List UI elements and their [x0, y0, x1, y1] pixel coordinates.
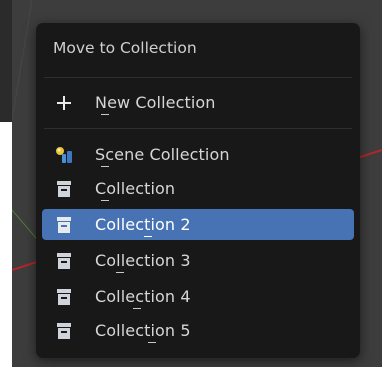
menu-separator: [44, 128, 352, 129]
collection-box-icon: [54, 287, 74, 307]
collection-item-label: Collection 4: [95, 287, 191, 306]
new-collection-item[interactable]: New Collection: [42, 87, 354, 118]
scene-collection-icon: [54, 145, 74, 165]
accelerator-underline: [101, 200, 109, 201]
accelerator-underline: [133, 308, 141, 309]
collection-item-scene[interactable]: Scene Collection: [42, 139, 354, 170]
collection-item-collection[interactable]: Collection: [42, 173, 354, 204]
menu-separator: [44, 77, 352, 78]
collection-box-icon: [54, 215, 74, 235]
collection-box-icon: [54, 321, 74, 341]
collection-item-collection-4[interactable]: Collection 4: [42, 281, 354, 312]
collection-item-collection-3[interactable]: Collection 3: [42, 245, 354, 276]
collection-item-label: Collection: [95, 179, 176, 198]
collection-item-collection-5[interactable]: Collection 5: [42, 315, 354, 346]
accelerator-underline: [101, 166, 109, 167]
menu-title: Move to Collection: [53, 39, 197, 57]
grid-line: [12, 0, 33, 121]
collection-box-icon: [54, 251, 74, 271]
accelerator-underline: [148, 342, 156, 343]
collection-item-label: Collection 5: [95, 321, 191, 340]
collection-item-label: Scene Collection: [95, 145, 230, 164]
accelerator-underline: [101, 114, 109, 115]
collection-box-icon: [54, 179, 74, 199]
move-to-collection-menu: Move to Collection New Collection Scene …: [36, 23, 360, 358]
new-collection-label: New Collection: [95, 93, 216, 112]
screen: Move to Collection New Collection Scene …: [0, 0, 382, 367]
accelerator-underline: [116, 272, 124, 273]
collection-item-label: Collection 2: [95, 215, 191, 234]
collection-item-collection-2[interactable]: Collection 2: [42, 209, 354, 240]
plus-icon: [54, 93, 74, 113]
accelerator-underline: [144, 236, 152, 237]
collection-item-label: Collection 3: [95, 251, 191, 270]
